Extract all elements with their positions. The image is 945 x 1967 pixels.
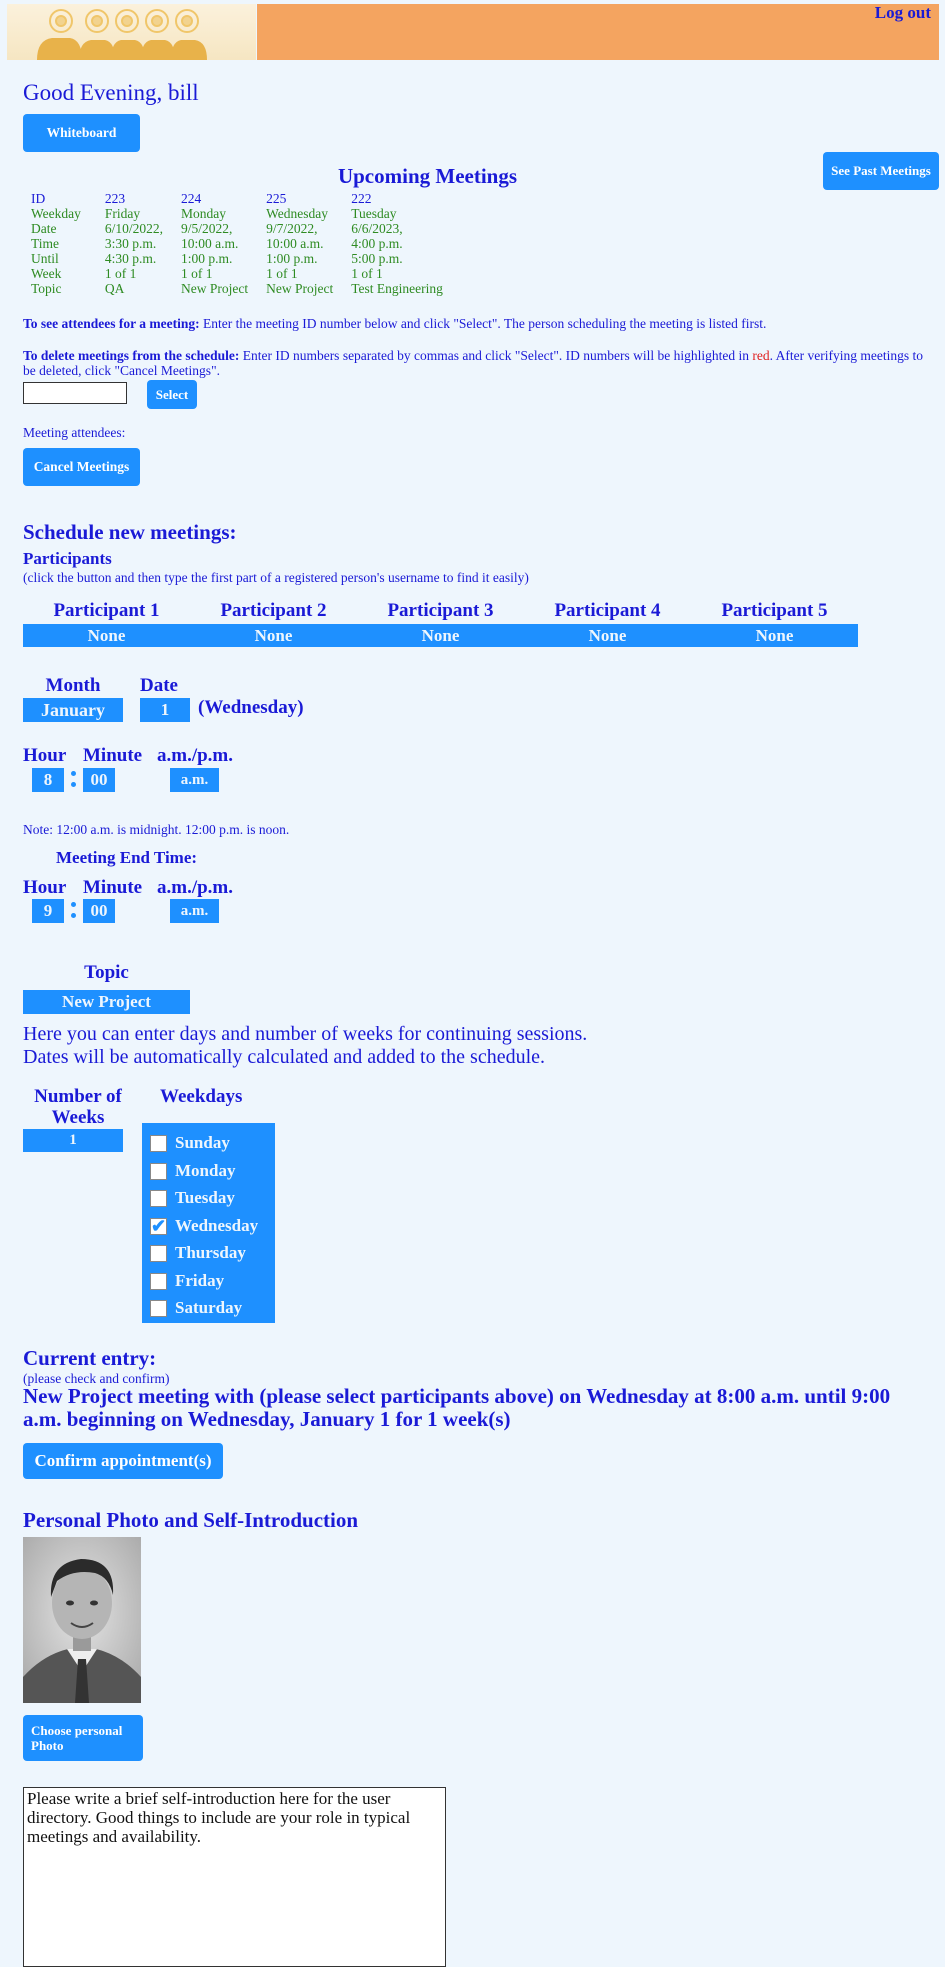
weeks-label: Number of Weeks <box>34 1086 122 1128</box>
logo-banner-image <box>7 4 256 60</box>
participant-1-button[interactable]: None <box>23 624 190 647</box>
current-entry-summary: New Project meeting with (please select … <box>23 1384 891 1431</box>
table-row: Date 6/10/2022, 9/5/2022, 9/7/2022, 6/6/… <box>27 221 457 236</box>
participant-4-button[interactable]: None <box>524 624 691 647</box>
participant-5-button[interactable]: None <box>691 624 858 647</box>
attendees-label: Meeting attendees: <box>23 425 126 440</box>
self-introduction-textarea[interactable]: Please write a brief self-introduction h… <box>23 1787 446 1967</box>
checkbox[interactable] <box>150 1299 167 1317</box>
end-hour-select[interactable]: 9 <box>32 899 64 923</box>
date-weekday: (Wednesday) <box>198 697 304 718</box>
weekday-wednesday[interactable]: ✔ Wednesday <box>150 1216 258 1236</box>
participant-3-label: Participant 3 <box>387 600 494 621</box>
upcoming-meetings-title: Upcoming Meetings <box>337 164 518 188</box>
end-minute-label: Minute <box>83 877 143 898</box>
meeting-id: 225 <box>266 191 287 206</box>
upcoming-meetings-table: ID 223 224 225 222 Weekday Friday Monday… <box>27 191 457 296</box>
meeting-id-input[interactable] <box>23 382 127 404</box>
weeks-input[interactable]: 1 <box>23 1129 123 1152</box>
weekday-sunday[interactable]: Sunday <box>150 1133 230 1153</box>
start-hour-label: Hour <box>23 745 67 766</box>
month-label: Month <box>45 675 101 696</box>
start-hour-select[interactable]: 8 <box>32 768 64 792</box>
checkbox[interactable] <box>150 1134 167 1152</box>
row-label: Date <box>31 221 57 236</box>
end-hour-label: Hour <box>23 877 67 898</box>
table-row: Week 1 of 1 1 of 1 1 of 1 1 of 1 <box>27 266 457 281</box>
row-label: ID <box>31 191 46 206</box>
start-ampm-label: a.m./p.m. <box>157 745 233 766</box>
confirm-appointment-button[interactable]: Confirm appointment(s) <box>23 1443 223 1479</box>
topic-select[interactable]: New Project <box>23 990 190 1014</box>
weekdays-label: Weekdays <box>160 1086 243 1107</box>
date-label: Date <box>140 675 178 696</box>
table-row: Topic QA New Project New Project Test En… <box>27 281 457 296</box>
attendees-instructions: To see attendees for a meeting: Enter th… <box>23 316 767 331</box>
participant-1-label: Participant 1 <box>53 600 160 621</box>
start-ampm-select[interactable]: a.m. <box>170 768 219 792</box>
choose-photo-button[interactable]: Choose personal Photo <box>23 1715 143 1761</box>
weekday-friday[interactable]: Friday <box>150 1271 224 1291</box>
checkbox[interactable] <box>150 1189 167 1207</box>
row-label: Until <box>31 251 59 266</box>
end-ampm-label: a.m./p.m. <box>157 877 233 898</box>
profile-photo <box>23 1537 141 1703</box>
continuing-sessions-line-1: Here you can enter days and number of we… <box>23 1023 588 1045</box>
table-row: Time 3:30 p.m. 10:00 a.m. 10:00 a.m. 4:0… <box>27 236 457 251</box>
participants-hint: (click the button and then type the firs… <box>23 570 529 585</box>
checkbox-checked[interactable]: ✔ <box>150 1217 167 1235</box>
start-minute-label: Minute <box>83 745 143 766</box>
topic-label: Topic <box>84 962 129 983</box>
meeting-id: 222 <box>351 191 372 206</box>
row-label: Week <box>31 266 62 281</box>
meeting-id: 224 <box>181 191 202 206</box>
profile-title: Personal Photo and Self-Introduction <box>23 1508 359 1532</box>
table-row: Until 4:30 p.m. 1:00 p.m. 1:00 p.m. 5:00… <box>27 251 457 266</box>
weekdays-checkbox-group: Sunday Monday Tuesday ✔ Wednesday Thursda… <box>142 1123 275 1323</box>
participant-5-label: Participant 5 <box>721 600 828 621</box>
delete-instructions: To delete meetings from the schedule: En… <box>23 348 923 378</box>
cancel-meetings-button[interactable]: Cancel Meetings <box>23 448 140 486</box>
start-minute-select[interactable]: 00 <box>83 768 115 792</box>
logout-link[interactable]: Log out <box>875 3 931 23</box>
participants-title: Participants <box>23 549 112 568</box>
table-row: ID 223 224 225 222 <box>27 191 457 206</box>
date-select[interactable]: 1 <box>140 698 190 722</box>
meeting-id: 223 <box>104 191 126 206</box>
weekday-tuesday[interactable]: Tuesday <box>150 1188 235 1208</box>
row-label: Time <box>31 236 60 251</box>
weekday-monday[interactable]: Monday <box>150 1161 235 1181</box>
row-label: Weekday <box>31 206 81 221</box>
checkbox[interactable] <box>150 1162 167 1180</box>
checkbox[interactable] <box>150 1244 167 1262</box>
greeting: Good Evening, bill <box>23 80 199 105</box>
schedule-title: Schedule new meetings: <box>23 520 237 544</box>
weekday-thursday[interactable]: Thursday <box>150 1243 246 1263</box>
continuing-sessions-line-2: Dates will be automatically calculated a… <box>23 1046 546 1068</box>
end-ampm-select[interactable]: a.m. <box>170 899 219 923</box>
end-time-title: Meeting End Time: <box>56 848 198 867</box>
select-button[interactable]: Select <box>147 380 197 409</box>
end-minute-select[interactable]: 00 <box>83 899 115 923</box>
time-note: Note: 12:00 a.m. is midnight. 12:00 p.m.… <box>23 822 290 837</box>
participant-2-label: Participant 2 <box>220 600 327 621</box>
header-bar <box>257 4 939 60</box>
participants-row: Participant 1 Participant 2 Participant … <box>23 600 858 648</box>
current-entry-title: Current entry: <box>23 1346 157 1370</box>
whiteboard-button[interactable]: Whiteboard <box>23 114 140 152</box>
table-row: Weekday Friday Monday Wednesday Tuesday <box>27 206 457 221</box>
weekday-saturday[interactable]: Saturday <box>150 1298 242 1318</box>
month-select[interactable]: January <box>23 698 123 722</box>
checkbox[interactable] <box>150 1272 167 1290</box>
participant-4-label: Participant 4 <box>554 600 661 621</box>
row-label: Topic <box>31 281 62 296</box>
participant-3-button[interactable]: None <box>357 624 524 647</box>
participant-2-button[interactable]: None <box>190 624 357 647</box>
